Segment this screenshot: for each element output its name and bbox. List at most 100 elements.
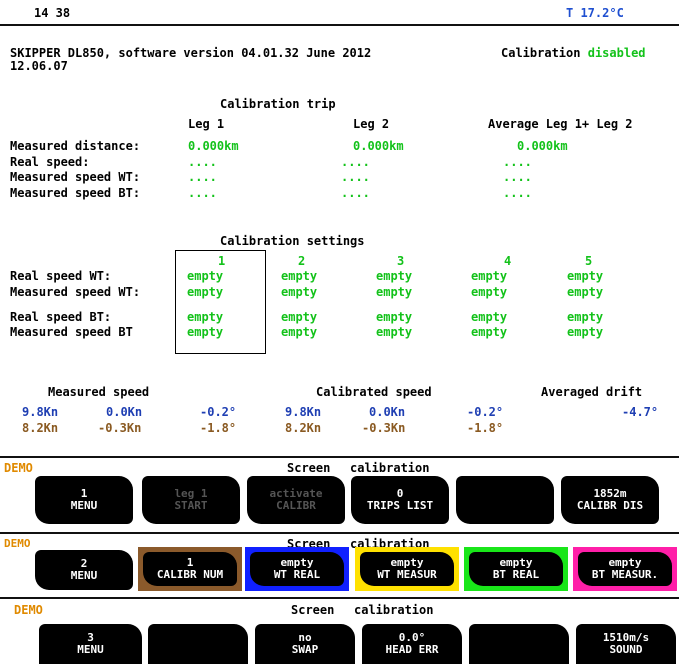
calibrated-speed-title: Calibrated speed bbox=[316, 385, 432, 399]
head-err-button-label: HEAD ERR bbox=[385, 643, 439, 656]
bt-measur-button[interactable]: empty BT MEASUR. bbox=[578, 552, 672, 586]
settings-value: empty bbox=[281, 269, 318, 283]
leg1-start-button-label: START bbox=[174, 499, 208, 512]
status-divider bbox=[0, 24, 679, 26]
measured-cross-value: -0.3Kn bbox=[98, 421, 142, 435]
menu-3-button-label: MENU bbox=[77, 643, 104, 656]
settings-value: empty bbox=[471, 325, 508, 339]
menu-1-button-label: MENU bbox=[70, 499, 98, 512]
settings-value: empty bbox=[187, 310, 224, 324]
panel2-divider bbox=[0, 532, 679, 534]
measured-speed-value: 9.8Kn bbox=[22, 405, 59, 419]
settings-value: empty bbox=[376, 325, 413, 339]
bt-real-button[interactable]: empty BT REAL bbox=[469, 552, 563, 586]
trip-col-average: Average Leg 1+ Leg 2 bbox=[488, 117, 633, 131]
panel3-screen-label: Screen bbox=[291, 603, 335, 617]
settings-value: empty bbox=[376, 269, 413, 283]
trip-value: .... bbox=[503, 155, 532, 169]
calibrated-cross-value: -0.3Kn bbox=[362, 421, 406, 435]
trips-list-button[interactable]: 0 TRIPS LIST bbox=[351, 476, 449, 524]
bt-measur-button-label: BT MEASUR. bbox=[591, 568, 659, 581]
trip-value: .... bbox=[503, 186, 532, 200]
menu-2-button-label: MENU bbox=[70, 569, 98, 582]
empty-soft-button-1[interactable] bbox=[456, 476, 554, 524]
leg1-start-button[interactable]: leg 1 START bbox=[142, 476, 240, 524]
sound-speed-button[interactable]: 1510m/s SOUND bbox=[576, 624, 676, 664]
menu-3-button[interactable]: 3 MENU bbox=[39, 624, 142, 664]
head-err-button[interactable]: 0.0° HEAD ERR bbox=[362, 624, 462, 664]
clock: 14 38 bbox=[34, 6, 71, 20]
settings-col-5: 5 bbox=[585, 254, 593, 268]
trip-value: .... bbox=[341, 186, 370, 200]
settings-value: empty bbox=[471, 285, 508, 299]
panel1-demo-label: DEMO bbox=[4, 461, 33, 475]
wt-measur-button[interactable]: empty WT MEASUR bbox=[360, 552, 454, 586]
settings-value: empty bbox=[567, 325, 604, 339]
trip-value: .... bbox=[188, 186, 217, 200]
settings-value: empty bbox=[187, 285, 224, 299]
calibrated-angle-value: -0.2° bbox=[467, 405, 504, 419]
settings-row-label: Measured speed WT: bbox=[10, 285, 141, 299]
trip-value: .... bbox=[188, 155, 217, 169]
empty-soft-button-2[interactable] bbox=[148, 624, 248, 664]
settings-row-label: Real speed BT: bbox=[10, 310, 112, 324]
trip-value: .... bbox=[341, 155, 370, 169]
trips-list-button-label: TRIPS LIST bbox=[366, 499, 434, 512]
swap-button-label: SWAP bbox=[291, 643, 319, 656]
trip-value: 0.000km bbox=[188, 139, 239, 153]
bt-real-button-label: BT REAL bbox=[492, 568, 540, 581]
temperature-readout: T 17.2°C bbox=[566, 6, 624, 20]
activate-calibr-button[interactable]: activate CALIBR bbox=[247, 476, 345, 524]
trip-row-label: Real speed: bbox=[10, 155, 90, 169]
settings-title: Calibration settings bbox=[220, 234, 365, 248]
settings-row-label: Real speed WT: bbox=[10, 269, 112, 283]
settings-value: empty bbox=[376, 310, 413, 324]
calibrated-cross-value: 0.0Kn bbox=[369, 405, 406, 419]
settings-value: empty bbox=[281, 325, 318, 339]
trip-value: .... bbox=[188, 170, 217, 184]
panel2-demo-label: DEMO bbox=[4, 537, 31, 550]
panel1-screen-name: calibration bbox=[350, 461, 430, 475]
settings-value: empty bbox=[281, 285, 318, 299]
calibr-distance-button[interactable]: 1852m CALIBR DIS bbox=[561, 476, 659, 524]
wt-real-button-label: WT REAL bbox=[273, 568, 321, 581]
activate-calibr-button-label: CALIBR bbox=[276, 499, 316, 512]
menu-1-button[interactable]: 1 MENU bbox=[35, 476, 133, 524]
trip-col-leg1: Leg 1 bbox=[188, 117, 225, 131]
measured-speed-value: 8.2Kn bbox=[22, 421, 59, 435]
settings-value: empty bbox=[281, 310, 318, 324]
menu-2-button[interactable]: 2 MENU bbox=[35, 550, 133, 590]
calibrated-angle-value: -1.8° bbox=[467, 421, 504, 435]
calibr-distance-button-label: CALIBR DIS bbox=[576, 499, 644, 512]
panel1-screen-label: Screen bbox=[287, 461, 331, 475]
settings-value: empty bbox=[471, 269, 508, 283]
settings-row-label: Measured speed BT bbox=[10, 325, 133, 339]
trip-row-label: Measured speed BT: bbox=[10, 186, 141, 200]
calibr-num-button[interactable]: 1 CALIBR NUM bbox=[143, 552, 237, 586]
measured-cross-value: 0.0Kn bbox=[106, 405, 143, 419]
swap-button[interactable]: no SWAP bbox=[255, 624, 355, 664]
averaged-drift-title: Averaged drift bbox=[541, 385, 643, 399]
software-date: 12.06.07 bbox=[10, 59, 68, 73]
calibration-status-value: disabled bbox=[587, 46, 646, 60]
trip-title: Calibration trip bbox=[220, 97, 336, 111]
trip-value: .... bbox=[341, 170, 370, 184]
settings-value: empty bbox=[187, 269, 224, 283]
settings-col-2: 2 bbox=[298, 254, 306, 268]
software-version: SKIPPER DL850, software version 04.01.32… bbox=[10, 46, 372, 60]
trip-row-label: Measured distance: bbox=[10, 139, 141, 153]
measured-speed-title: Measured speed bbox=[48, 385, 150, 399]
trip-value: 0.000km bbox=[517, 139, 568, 153]
wt-real-button[interactable]: empty WT REAL bbox=[250, 552, 344, 586]
empty-soft-button-3[interactable] bbox=[469, 624, 569, 664]
trip-col-leg2: Leg 2 bbox=[353, 117, 390, 131]
calibration-status-label: Calibration bbox=[501, 46, 581, 60]
wt-measur-button-label: WT MEASUR bbox=[377, 568, 437, 581]
panel3-screen-name: calibration bbox=[354, 603, 434, 617]
sound-speed-button-label: SOUND bbox=[609, 643, 643, 656]
trip-value: .... bbox=[503, 170, 532, 184]
measured-angle-value: -0.2° bbox=[200, 405, 237, 419]
panel3-divider bbox=[0, 597, 679, 599]
calibr-num-button-label: CALIBR NUM bbox=[156, 568, 224, 581]
measured-angle-value: -1.8° bbox=[200, 421, 237, 435]
